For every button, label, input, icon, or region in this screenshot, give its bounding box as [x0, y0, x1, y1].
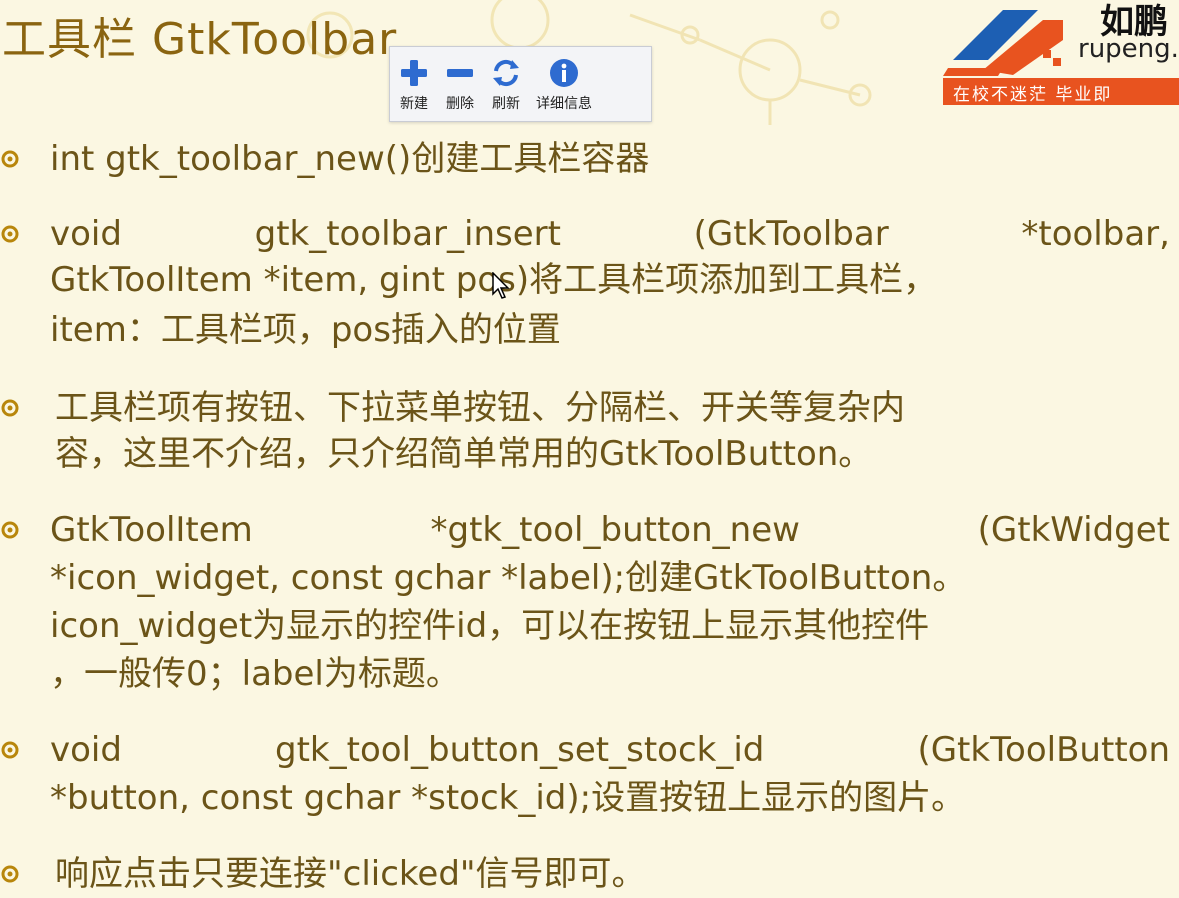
slide-title: 工具栏 GtkToolbar — [2, 14, 398, 65]
bullet-text-line: GtkToolItem *gtk_tool_button_new (GtkWid… — [50, 506, 1170, 554]
bullet-circle-icon — [1, 865, 19, 883]
logo-domain: rupeng. — [1078, 34, 1179, 64]
toolbar-demo: 新建 删除 刷新 详细信息 — [389, 46, 652, 122]
bullet-text: 响应点击只要连接"clicked"信号即可。 — [55, 854, 646, 894]
toolbar-button-label: 刷新 — [492, 96, 520, 112]
bullet-circle-icon — [1, 741, 19, 759]
bullet-text-line: *icon_widget, const gchar *label);创建GtkT… — [50, 558, 967, 598]
bullet-text: int gtk_toolbar_new()创建工具栏容器 — [50, 139, 650, 179]
mouse-cursor-icon — [492, 272, 510, 299]
bullet-circle-icon — [1, 150, 19, 168]
text-segment: (GtkWidget — [977, 510, 1170, 550]
bullet-text-line: *button, const gchar *stock_id);设置按钮上显示的… — [50, 778, 966, 818]
minus-icon — [444, 57, 476, 89]
toolbar-button-details[interactable]: 详细信息 — [536, 57, 592, 113]
text-segment: *toolbar, — [1021, 214, 1170, 254]
toolbar-button-label: 新建 — [400, 96, 428, 112]
bullet-circle-icon — [1, 399, 19, 417]
text-segment: *gtk_tool_button_new — [430, 510, 800, 550]
text-segment: void — [50, 214, 122, 254]
bullet-circle-icon — [1, 521, 19, 539]
text-segment: void — [50, 730, 122, 770]
toolbar-button-refresh[interactable]: 刷新 — [490, 57, 522, 113]
bullet-text-line: ，一般传0；label为标题。 — [50, 654, 460, 694]
refresh-icon — [490, 57, 522, 89]
bullet-text-line: void gtk_toolbar_insert (GtkToolbar *too… — [50, 210, 1170, 258]
text-segment: (GtkToolbar — [693, 214, 889, 254]
toolbar-button-label: 详细信息 — [536, 96, 592, 112]
bullet-text-line: 容，这里不介绍，只介绍简单常用的GtkToolButton。 — [55, 434, 873, 474]
bullet-circle-icon — [1, 225, 19, 243]
logo-slogan: 在校不迷茫 毕业即 — [953, 85, 1113, 105]
text-segment: GtkToolItem — [50, 510, 253, 550]
bullet-text-line: item：工具栏项，pos插入的位置 — [50, 310, 561, 350]
bullet-text-line: void gtk_tool_button_set_stock_id (GtkTo… — [50, 726, 1170, 774]
toolbar-button-delete[interactable]: 删除 — [444, 57, 476, 113]
info-icon — [548, 57, 580, 89]
toolbar-button-new[interactable]: 新建 — [398, 57, 430, 113]
bullet-text-line: 工具栏项有按钮、下拉菜单按钮、分隔栏、开关等复杂内 — [55, 388, 905, 428]
plus-icon — [398, 57, 430, 89]
text-segment: gtk_toolbar_insert — [254, 214, 561, 254]
text-segment: (GtkToolButton — [917, 730, 1170, 770]
toolbar-button-label: 删除 — [446, 96, 474, 112]
text-segment: gtk_tool_button_set_stock_id — [275, 730, 765, 770]
bullet-text-line: icon_widget为显示的控件id，可以在按钮上显示其他控件 — [50, 606, 930, 646]
